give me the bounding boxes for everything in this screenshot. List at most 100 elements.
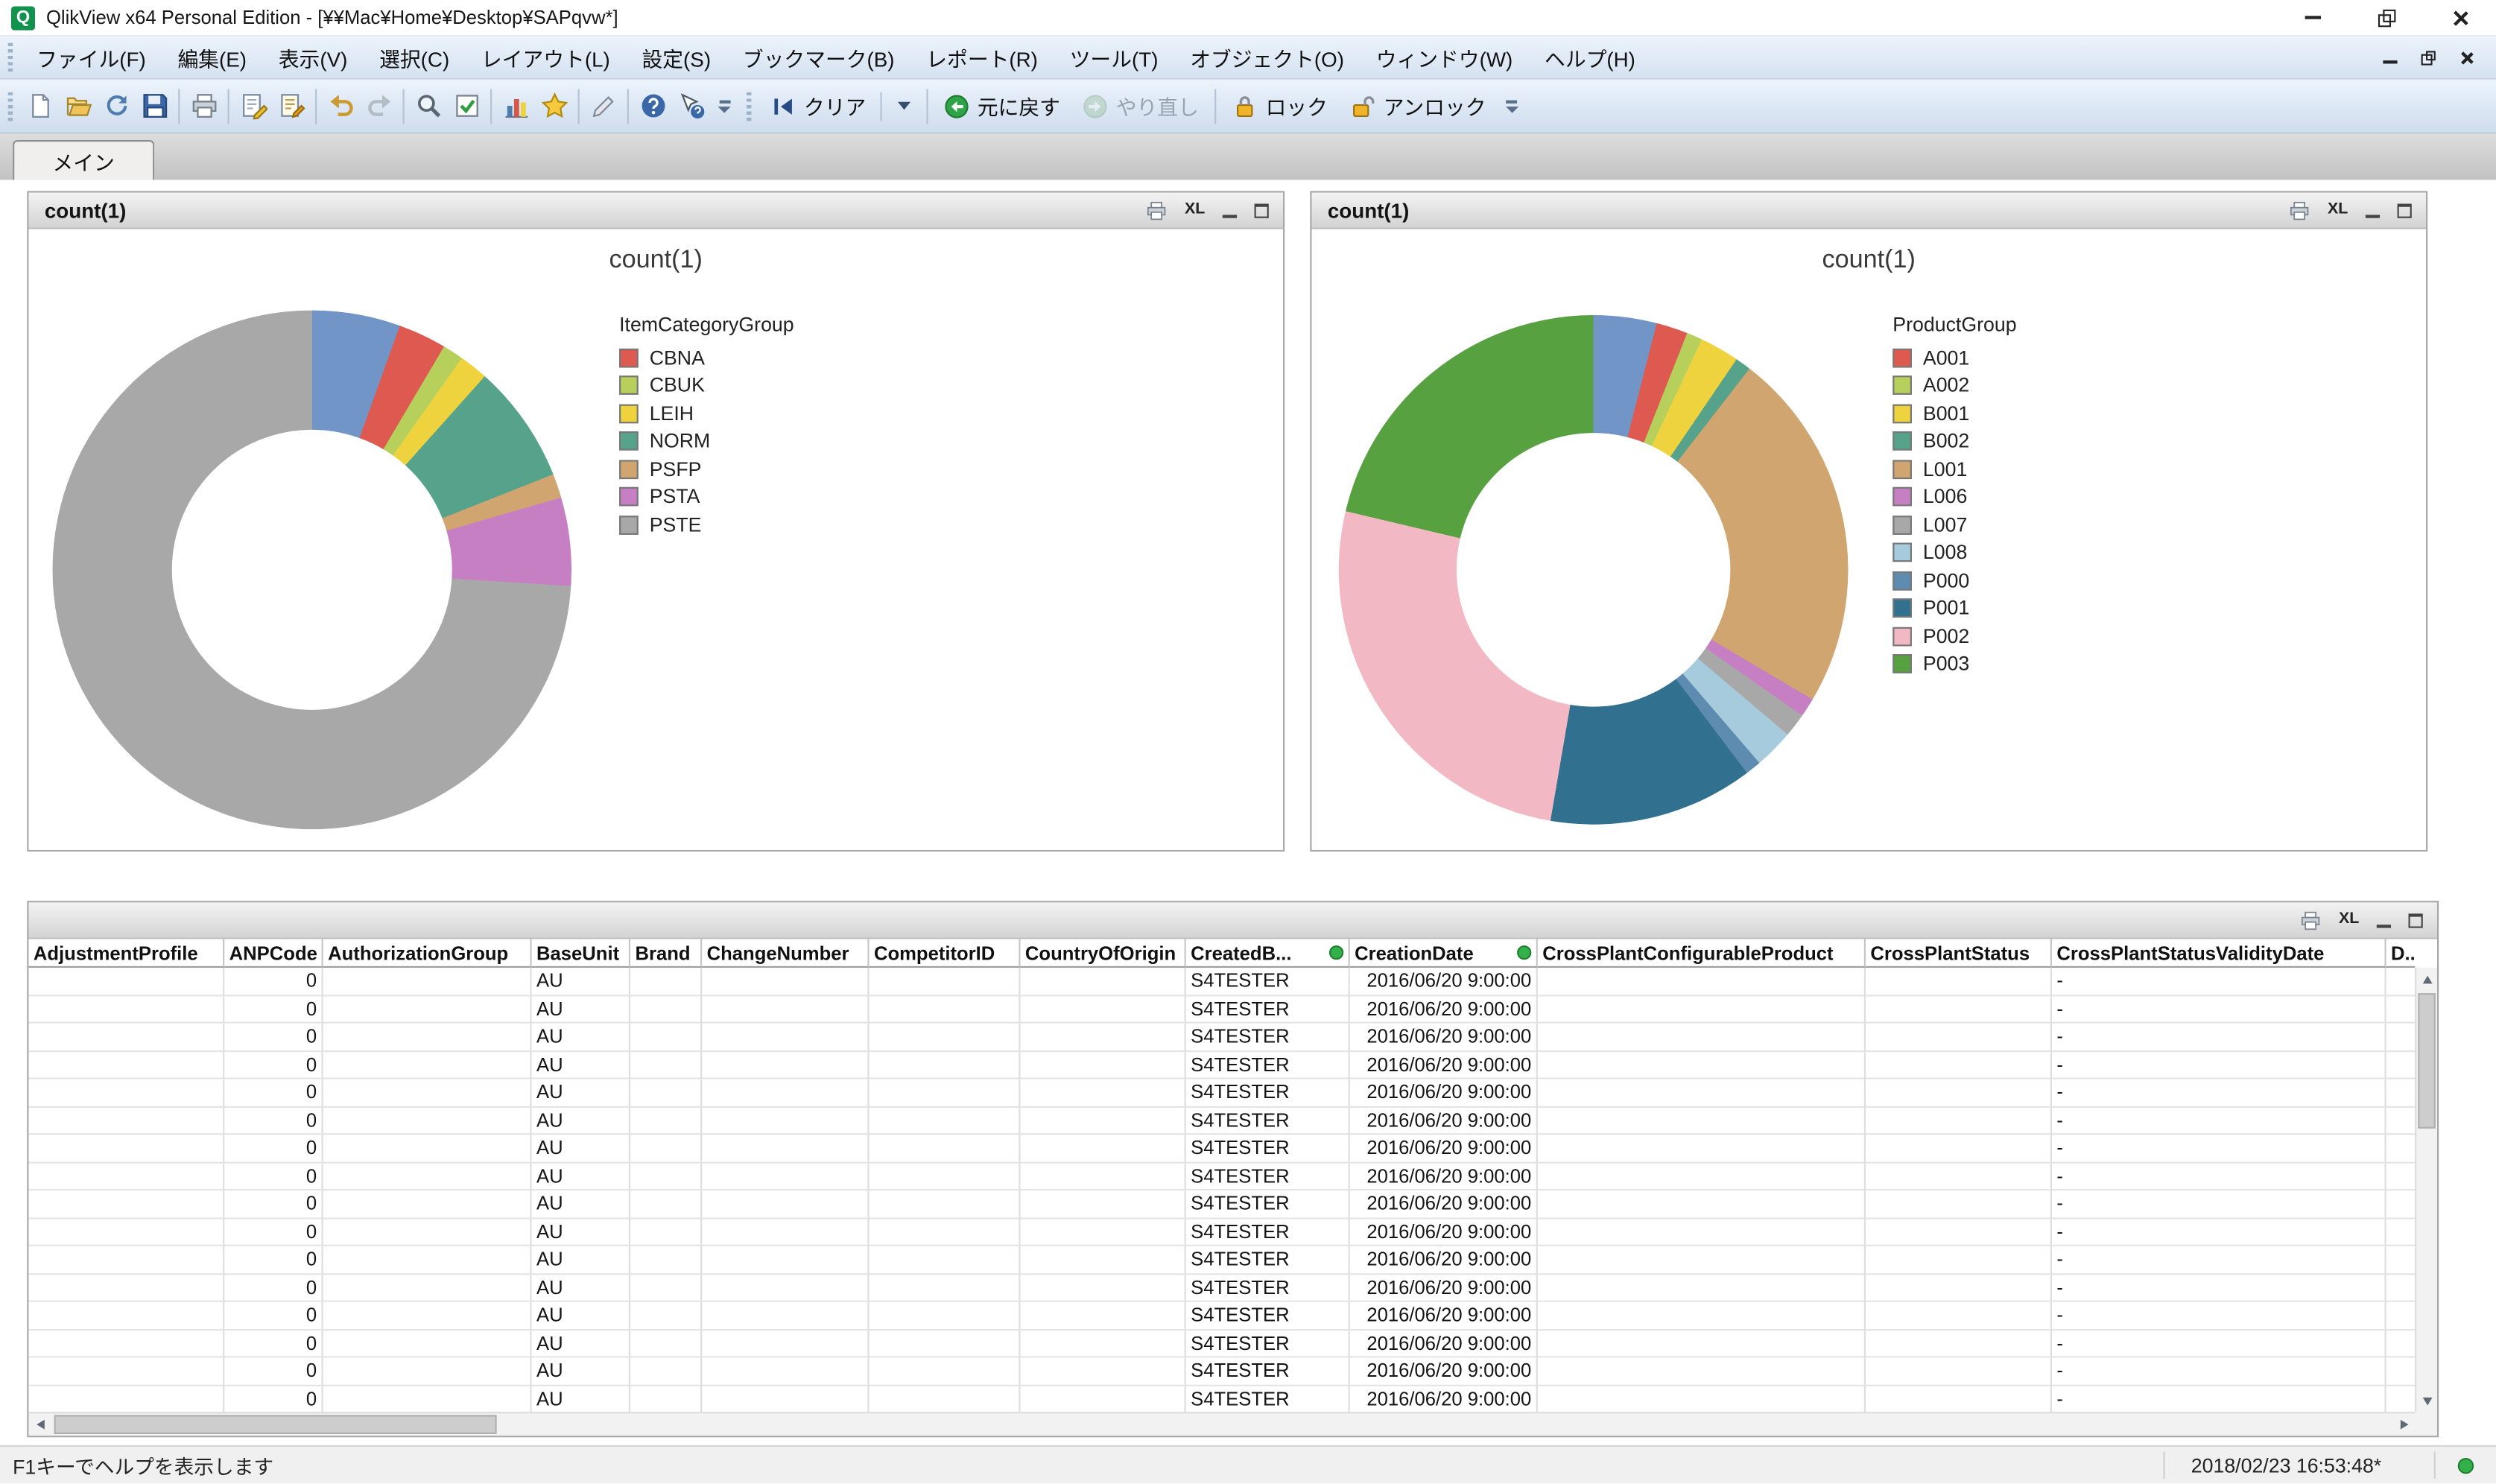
cell-d[interactable] <box>2386 1024 2415 1051</box>
cell-brand[interactable] <box>630 1330 702 1357</box>
cell-cross_plant_status[interactable] <box>1866 1218 2052 1246</box>
cell-country_of_origin[interactable] <box>1020 1079 1185 1107</box>
cell-cross_plant_configurable_product[interactable] <box>1538 1135 1866 1162</box>
cell-anp_code[interactable]: 0 <box>224 1079 323 1107</box>
cell-brand[interactable] <box>630 1274 702 1301</box>
excel-export-icon[interactable]: XL <box>1185 202 1205 218</box>
cell-cross_plant_status_validity_date[interactable]: - <box>2052 1051 2386 1079</box>
cell-cross_plant_status_validity_date[interactable]: - <box>2052 1302 2386 1330</box>
cell-adjustment_profile[interactable] <box>28 1163 224 1190</box>
cell-authorization_group[interactable] <box>323 1135 532 1162</box>
cell-created_by[interactable]: S4TESTER <box>1186 1302 1350 1330</box>
cell-change_number[interactable] <box>702 1218 869 1246</box>
cell-change_number[interactable] <box>702 1107 869 1135</box>
cell-cross_plant_status[interactable] <box>1866 1246 2052 1274</box>
cell-d[interactable] <box>2386 1274 2415 1301</box>
cell-cross_plant_configurable_product[interactable] <box>1538 1386 1866 1412</box>
cell-country_of_origin[interactable] <box>1020 1051 1185 1079</box>
undo-icon[interactable] <box>322 86 360 124</box>
cell-creation_date[interactable]: 2016/06/20 9:00:00 <box>1350 1302 1538 1330</box>
column-header-d[interactable]: D... <box>2386 939 2415 968</box>
scroll-left-button[interactable] <box>28 1413 51 1436</box>
cell-competitor_id[interactable] <box>870 1079 1021 1107</box>
print-icon[interactable] <box>1147 200 1168 221</box>
cell-cross_plant_configurable_product[interactable] <box>1538 1190 1866 1218</box>
maximize-icon[interactable] <box>1255 203 1269 217</box>
cell-adjustment_profile[interactable] <box>28 1246 224 1274</box>
cell-creation_date[interactable]: 2016/06/20 9:00:00 <box>1350 1107 1538 1135</box>
cell-cross_plant_status[interactable] <box>1866 995 2052 1023</box>
cell-creation_date[interactable]: 2016/06/20 9:00:00 <box>1350 968 1538 995</box>
window-minimize-button[interactable] <box>2276 0 2349 35</box>
cell-base_unit[interactable]: AU <box>532 1107 630 1135</box>
cell-cross_plant_status[interactable] <box>1866 1357 2052 1385</box>
cell-created_by[interactable]: S4TESTER <box>1186 1330 1350 1357</box>
donut-chart[interactable] <box>53 311 571 829</box>
legend-item-PSTA[interactable]: PSTA <box>619 483 794 510</box>
cell-adjustment_profile[interactable] <box>28 1357 224 1385</box>
cell-competitor_id[interactable] <box>870 1330 1021 1357</box>
menu-item-4[interactable]: 選択(C) <box>364 37 466 78</box>
cell-anp_code[interactable]: 0 <box>224 1330 323 1357</box>
cell-change_number[interactable] <box>702 1163 869 1190</box>
scroll-right-button[interactable] <box>2392 1413 2415 1436</box>
cell-cross_plant_status[interactable] <box>1866 1107 2052 1135</box>
cell-brand[interactable] <box>630 1051 702 1079</box>
cell-cross_plant_status_validity_date[interactable]: - <box>2052 1218 2386 1246</box>
cell-change_number[interactable] <box>702 1190 869 1218</box>
search-icon[interactable] <box>409 86 447 124</box>
column-header-adjustment_profile[interactable]: AdjustmentProfile <box>28 939 224 968</box>
menu-item-2[interactable]: 編集(E) <box>162 37 262 78</box>
cell-authorization_group[interactable] <box>323 1218 532 1246</box>
cell-change_number[interactable] <box>702 1274 869 1301</box>
cell-base_unit[interactable]: AU <box>532 1163 630 1190</box>
cell-d[interactable] <box>2386 1190 2415 1218</box>
cell-base_unit[interactable]: AU <box>532 1135 630 1162</box>
cell-cross_plant_status_validity_date[interactable]: - <box>2052 1190 2386 1218</box>
cell-change_number[interactable] <box>702 1135 869 1162</box>
cell-authorization_group[interactable] <box>323 1386 532 1412</box>
legend-item-A002[interactable]: A002 <box>1892 372 2016 399</box>
cell-adjustment_profile[interactable] <box>28 1330 224 1357</box>
cell-cross_plant_status[interactable] <box>1866 1386 2052 1412</box>
cell-country_of_origin[interactable] <box>1020 1357 1185 1385</box>
redo-icon[interactable] <box>360 86 398 124</box>
cell-adjustment_profile[interactable] <box>28 1051 224 1079</box>
column-header-competitor_id[interactable]: CompetitorID <box>870 939 1021 968</box>
cell-competitor_id[interactable] <box>870 1135 1021 1162</box>
cell-competitor_id[interactable] <box>870 1051 1021 1079</box>
cell-cross_plant_configurable_product[interactable] <box>1538 1246 1866 1274</box>
cell-created_by[interactable]: S4TESTER <box>1186 1135 1350 1162</box>
document-close-button[interactable] <box>2459 50 2474 64</box>
cell-creation_date[interactable]: 2016/06/20 9:00:00 <box>1350 1163 1538 1190</box>
menubar-grip[interactable] <box>8 43 13 72</box>
cell-created_by[interactable]: S4TESTER <box>1186 1246 1350 1274</box>
cell-country_of_origin[interactable] <box>1020 1274 1185 1301</box>
cell-created_by[interactable]: S4TESTER <box>1186 995 1350 1023</box>
cell-creation_date[interactable]: 2016/06/20 9:00:00 <box>1350 1190 1538 1218</box>
cell-anp_code[interactable]: 0 <box>224 1135 323 1162</box>
document-minimize-button[interactable] <box>2383 61 2397 63</box>
cell-competitor_id[interactable] <box>870 995 1021 1023</box>
reload-icon[interactable] <box>97 86 135 124</box>
cell-brand[interactable] <box>630 1386 702 1412</box>
cell-base_unit[interactable]: AU <box>532 1386 630 1412</box>
legend-item-B001[interactable]: B001 <box>1892 399 2016 427</box>
cell-change_number[interactable] <box>702 995 869 1023</box>
cell-authorization_group[interactable] <box>323 1190 532 1218</box>
legend-item-L006[interactable]: L006 <box>1892 483 2016 510</box>
cell-d[interactable] <box>2386 1357 2415 1385</box>
cell-brand[interactable] <box>630 1246 702 1274</box>
cell-creation_date[interactable]: 2016/06/20 9:00:00 <box>1350 1135 1538 1162</box>
cell-cross_plant_status_validity_date[interactable]: - <box>2052 1024 2386 1051</box>
cell-creation_date[interactable]: 2016/06/20 9:00:00 <box>1350 1079 1538 1107</box>
quick-chart-icon[interactable] <box>497 86 535 124</box>
minimize-icon[interactable] <box>1223 215 1237 218</box>
table-horizontal-scrollbar[interactable] <box>28 1412 2415 1436</box>
cell-d[interactable] <box>2386 995 2415 1023</box>
save-icon[interactable] <box>136 86 174 124</box>
cell-created_by[interactable]: S4TESTER <box>1186 1190 1350 1218</box>
cell-adjustment_profile[interactable] <box>28 1386 224 1412</box>
cell-adjustment_profile[interactable] <box>28 1302 224 1330</box>
excel-export-icon[interactable]: XL <box>2328 202 2348 218</box>
